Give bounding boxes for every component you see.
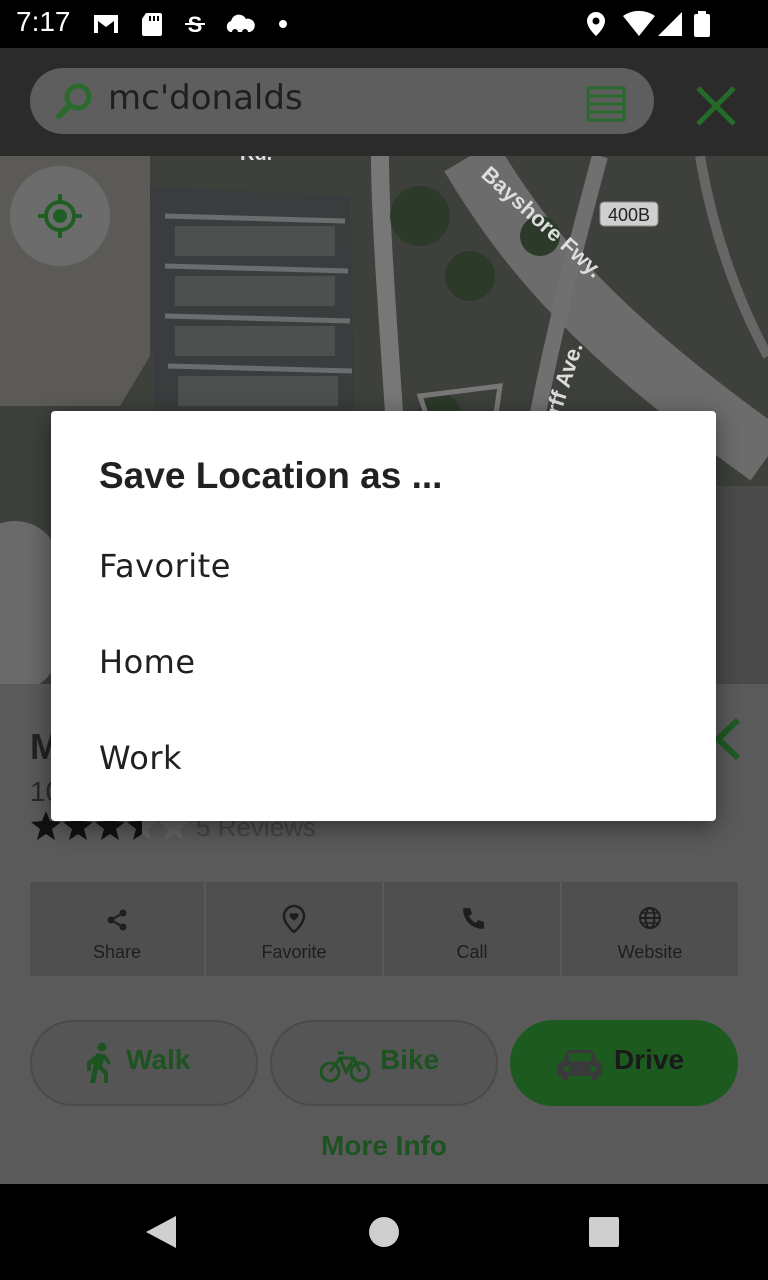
navigation-bar (0, 1184, 768, 1280)
dialog-title: Save Location as ... (99, 455, 443, 496)
option-home-label: Home (99, 643, 196, 681)
option-favorite[interactable]: Favorite (51, 517, 716, 613)
sd-card-icon (142, 13, 162, 36)
home-icon[interactable] (368, 1216, 400, 1248)
option-work[interactable]: Work (51, 709, 716, 805)
save-location-dialog: Save Location as ... Favorite Home Work (51, 411, 716, 821)
location-icon (587, 12, 605, 36)
sync-icon: S (185, 12, 205, 37)
option-favorite-label: Favorite (99, 547, 231, 585)
gmail-icon (94, 15, 118, 33)
signal-icon (658, 12, 682, 36)
wifi-icon (623, 10, 655, 37)
battery-icon (694, 11, 710, 37)
status-time: 7:17 (16, 6, 71, 37)
option-work-label: Work (99, 739, 183, 777)
dot-icon (279, 20, 287, 28)
option-home[interactable]: Home (51, 613, 716, 709)
status-bar: 7:17 S (0, 0, 768, 48)
recents-icon[interactable] (588, 1216, 620, 1248)
back-icon[interactable] (144, 1214, 178, 1250)
cloud-icon (226, 14, 255, 35)
